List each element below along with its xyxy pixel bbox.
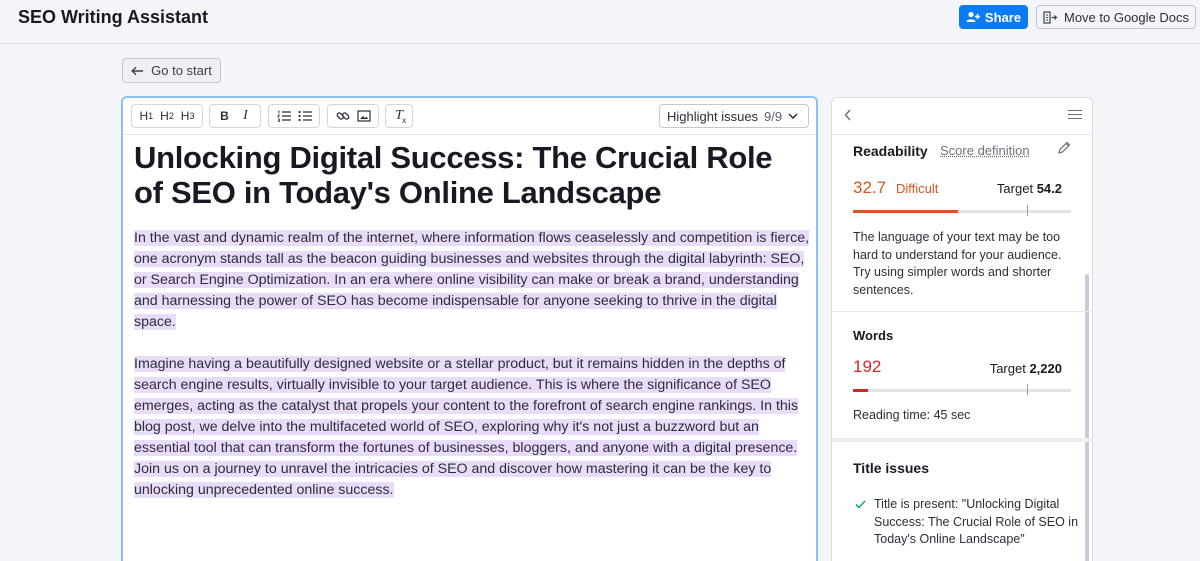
heading-3-button[interactable]: H3	[180, 106, 196, 126]
title-issues-title: Title issues	[853, 460, 929, 476]
words-target-marker	[1027, 384, 1028, 395]
go-to-start-label: Go to start	[151, 63, 212, 78]
chevron-left-icon[interactable]	[844, 108, 852, 124]
paragraph-2[interactable]: Imagine having a beautifully designed we…	[134, 354, 814, 501]
pencil-icon[interactable]	[1057, 141, 1071, 160]
arrow-left-icon	[131, 66, 144, 76]
link-button[interactable]	[335, 106, 351, 126]
divider	[832, 311, 1092, 312]
highlighted-text: Imagine having a beautifully designed we…	[134, 356, 798, 498]
heading-2-button[interactable]: H2	[159, 106, 175, 126]
add-user-icon	[966, 11, 980, 23]
unordered-list-button[interactable]	[297, 106, 313, 126]
paragraph-1[interactable]: In the vast and dynamic realm of the int…	[134, 228, 814, 333]
seo-side-panel: Readability Score definition 32.7 Diffic…	[831, 97, 1093, 561]
go-to-start-button[interactable]: Go to start	[122, 58, 221, 83]
words-title: Words	[853, 328, 893, 343]
readability-level: Difficult	[896, 181, 938, 196]
clear-format-button[interactable]: Tx	[391, 106, 407, 126]
words-target: Target 2,220	[990, 361, 1062, 376]
unordered-list-icon	[298, 110, 312, 122]
words-bar-fill	[853, 389, 868, 392]
highlight-issues-label: Highlight issues	[667, 109, 758, 124]
link-icon	[336, 109, 350, 123]
style-group: B I	[209, 104, 261, 128]
reading-time: Reading time: 45 sec	[853, 408, 970, 422]
clear-format-icon: Tx	[395, 108, 403, 124]
heading-group: H1 H2 H3	[131, 104, 203, 128]
share-label: Share	[985, 10, 1021, 25]
ordered-list-button[interactable]	[276, 106, 292, 126]
readability-description: The language of your text may be too har…	[853, 229, 1075, 299]
words-bar	[853, 389, 1071, 392]
chevron-down-icon	[788, 113, 798, 119]
readability-title: Readability	[853, 143, 928, 159]
image-button[interactable]	[356, 106, 372, 126]
score-definition-link[interactable]: Score definition	[940, 143, 1030, 158]
editor-toolbar: H1 H2 H3 B I Tx Highlight issues 9/9	[123, 98, 816, 135]
readability-target-marker	[1027, 205, 1028, 216]
readability-score: 32.7	[853, 178, 886, 198]
italic-button[interactable]: I	[238, 106, 254, 126]
heading-1-button[interactable]: H1	[138, 106, 154, 126]
clear-group: Tx	[385, 104, 413, 128]
divider	[832, 438, 1092, 442]
text-editor[interactable]: H1 H2 H3 B I Tx Highlight issues 9/9 Unl…	[121, 96, 818, 561]
readability-target: Target 54.2	[997, 181, 1062, 196]
check-icon	[855, 496, 866, 514]
highlight-issues-select[interactable]: Highlight issues 9/9	[659, 104, 809, 128]
ordered-list-icon	[277, 110, 291, 122]
app-title: SEO Writing Assistant	[18, 7, 208, 28]
highlighted-text: In the vast and dynamic realm of the int…	[134, 230, 809, 330]
move-to-google-docs-button[interactable]: Move to Google Docs	[1036, 5, 1196, 29]
highlight-issues-count: 9/9	[764, 109, 782, 124]
share-button[interactable]: Share	[959, 5, 1028, 29]
word-count: 192	[853, 357, 881, 377]
document-title[interactable]: Unlocking Digital Success: The Crucial R…	[134, 140, 804, 210]
panel-header	[832, 98, 1092, 135]
menu-icon[interactable]	[1068, 107, 1082, 121]
move-to-google-docs-label: Move to Google Docs	[1064, 10, 1189, 25]
bold-button[interactable]: B	[217, 106, 233, 126]
readability-bar	[853, 210, 1071, 213]
title-issue-item: Title is present: "Unlocking Digital Suc…	[874, 496, 1079, 549]
top-bar: SEO Writing Assistant Share Move to Goog…	[0, 0, 1200, 44]
panel-scrollbar[interactable]	[1085, 274, 1089, 561]
google-docs-export-icon	[1043, 11, 1058, 24]
readability-bar-fill	[853, 210, 958, 213]
insert-group	[327, 104, 379, 128]
list-group	[268, 104, 320, 128]
image-icon	[357, 110, 371, 122]
